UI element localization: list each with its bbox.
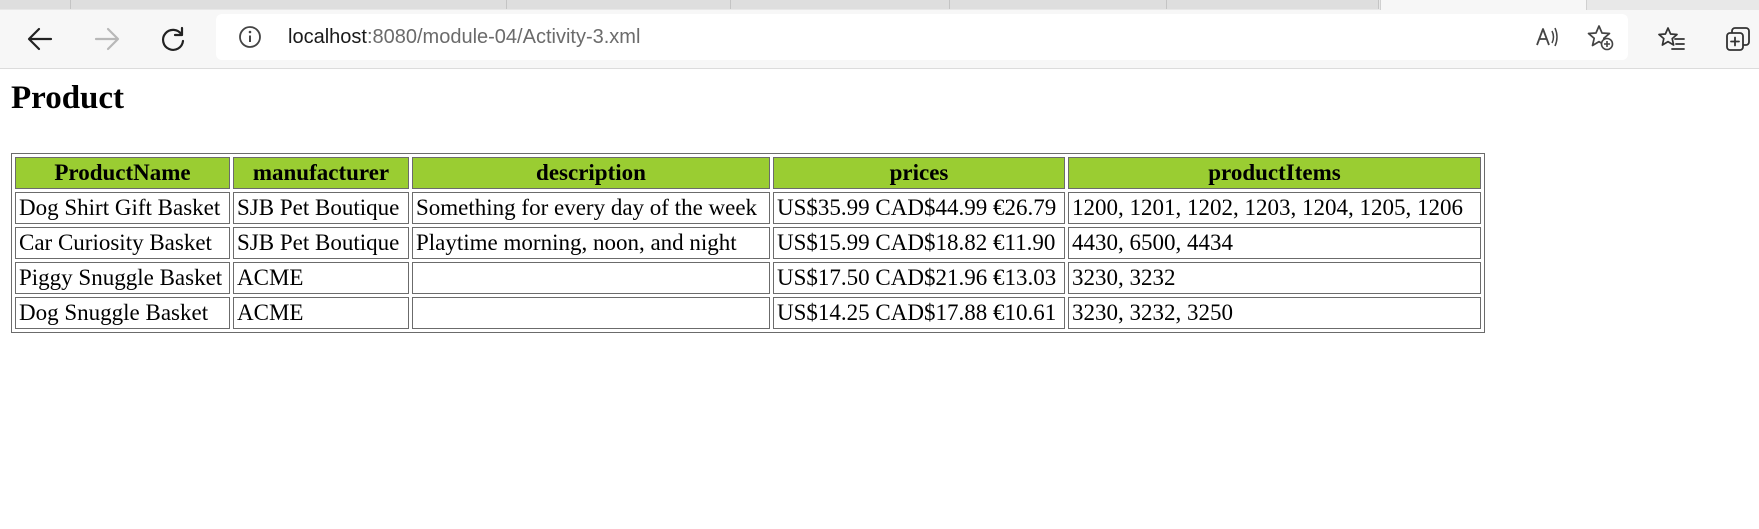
cell-productitems: 3230, 3232, 3250 [1068, 297, 1481, 329]
back-arrow-icon[interactable] [20, 19, 60, 59]
cell-productitems: 3230, 3232 [1068, 262, 1481, 294]
cell-productname: Piggy Snuggle Basket [15, 262, 230, 294]
cell-prices: US$35.99 CAD$44.99 €26.79 [773, 192, 1065, 224]
url-host: localhost [288, 26, 367, 48]
cell-prices: US$15.99 CAD$18.82 €11.90 [773, 227, 1065, 259]
read-aloud-icon[interactable] [1533, 23, 1561, 51]
column-header-manufacturer: manufacturer [233, 157, 409, 189]
add-favorite-icon[interactable] [1586, 23, 1614, 51]
column-header-productitems: productItems [1068, 157, 1481, 189]
cell-description: Playtime morning, noon, and night [412, 227, 770, 259]
table-header-row: ProductName manufacturer description pri… [15, 157, 1481, 189]
info-icon[interactable] [238, 25, 262, 49]
address-bar[interactable]: localhost:8080/module-04/Activity-3.xml [216, 14, 1628, 60]
cell-manufacturer: ACME [233, 297, 409, 329]
products-table: ProductName manufacturer description pri… [11, 153, 1485, 333]
column-header-prices: prices [773, 157, 1065, 189]
table-row: Dog Snuggle Basket ACME US$14.25 CAD$17.… [15, 297, 1481, 329]
cell-productname: Dog Snuggle Basket [15, 297, 230, 329]
tab[interactable] [731, 0, 950, 9]
tab[interactable] [507, 0, 731, 9]
cell-manufacturer: SJB Pet Boutique [233, 192, 409, 224]
collections-icon[interactable] [1718, 19, 1758, 59]
cell-productitems: 4430, 6500, 4434 [1068, 227, 1481, 259]
cell-productitems: 1200, 1201, 1202, 1203, 1204, 1205, 1206 [1068, 192, 1481, 224]
refresh-icon[interactable] [153, 19, 193, 59]
browser-toolbar: localhost:8080/module-04/Activity-3.xml [0, 10, 1759, 69]
cell-productname: Dog Shirt Gift Basket [15, 192, 230, 224]
column-header-productname: ProductName [15, 157, 230, 189]
cell-manufacturer: ACME [233, 262, 409, 294]
cell-description [412, 262, 770, 294]
tab-active[interactable] [1380, 0, 1587, 10]
table-row: Dog Shirt Gift Basket SJB Pet Boutique S… [15, 192, 1481, 224]
url-path: :8080/module-04/Activity-3.xml [366, 26, 641, 48]
tab-strip [0, 0, 1759, 10]
tab[interactable] [0, 0, 71, 9]
table-row: Piggy Snuggle Basket ACME US$17.50 CAD$2… [15, 262, 1481, 294]
tab[interactable] [71, 0, 507, 9]
favorites-icon[interactable] [1652, 19, 1692, 59]
url-text[interactable]: localhost:8080/module-04/Activity-3.xml [288, 26, 640, 49]
cell-prices: US$17.50 CAD$21.96 €13.03 [773, 262, 1065, 294]
cell-prices: US$14.25 CAD$17.88 €10.61 [773, 297, 1065, 329]
forward-arrow-icon[interactable] [87, 19, 127, 59]
cell-productname: Car Curiosity Basket [15, 227, 230, 259]
table-row: Car Curiosity Basket SJB Pet Boutique Pl… [15, 227, 1481, 259]
tab[interactable] [950, 0, 1167, 9]
cell-description [412, 297, 770, 329]
cell-manufacturer: SJB Pet Boutique [233, 227, 409, 259]
cell-description: Something for every day of the week [412, 192, 770, 224]
page-title: Product [11, 80, 125, 116]
column-header-description: description [412, 157, 770, 189]
tab[interactable] [1167, 0, 1379, 9]
